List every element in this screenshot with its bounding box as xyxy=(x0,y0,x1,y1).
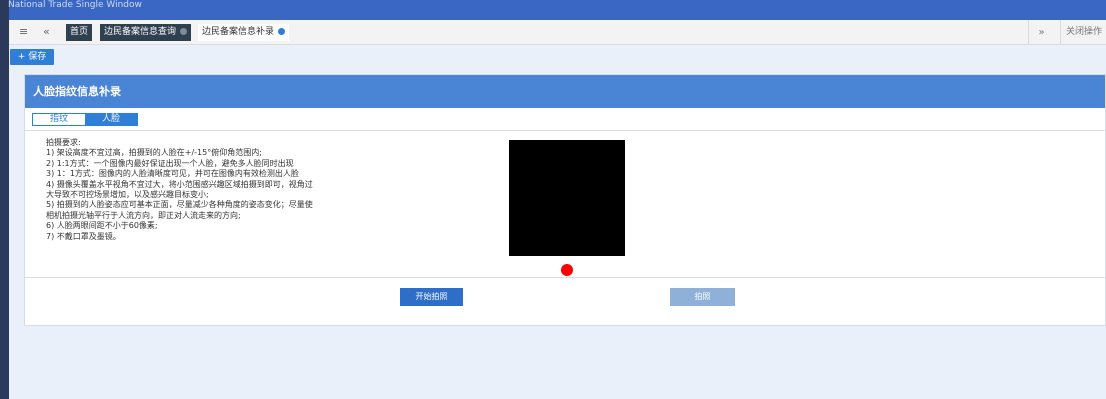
tab-border-resident-query[interactable]: 边民备案信息查询 xyxy=(100,24,192,41)
tab-fingerprint[interactable]: 指纹 xyxy=(33,114,85,125)
requirement-line: 1) 架设高度不宜过高，拍摄到的人脸在+/-15°俯仰角范围内; xyxy=(46,148,262,158)
tab-home[interactable]: 首页 xyxy=(66,24,93,41)
requirement-line: 2) 1:1方式：一个图像内最好保证出现一个人脸，避免多人脸同时出现 xyxy=(46,158,294,168)
requirement-line: 3) 1：1方式：图像内的人脸清晰度可见，并可在图像内有效检测出人脸 xyxy=(46,169,299,179)
divider xyxy=(25,130,1105,131)
close-icon[interactable] xyxy=(180,28,188,35)
start-capture-button[interactable]: 开始拍照 xyxy=(400,288,463,306)
panel-title: 人脸指纹信息补录 xyxy=(33,85,121,98)
divider xyxy=(25,277,1105,278)
double-chevron-right-icon[interactable]: » xyxy=(1028,20,1054,45)
double-chevron-left-icon[interactable]: « xyxy=(43,26,50,38)
requirement-line: 相机拍摄光轴平行于人流方向，即正对人流走来的方向; xyxy=(46,210,241,220)
capture-mode-toggle: 指纹 人脸 xyxy=(32,113,138,126)
camera-preview xyxy=(509,140,625,256)
close-operations-label: 关闭操作 xyxy=(1066,27,1103,37)
recording-indicator-icon xyxy=(561,264,573,276)
requirement-line: 7) 不戴口罩及墨镜。 xyxy=(46,231,121,241)
tab-label: 边民备案信息查询 xyxy=(104,27,177,37)
tab-bar: ≡ « 首页 边民备案信息查询 边民备案信息补录 xyxy=(9,20,1106,45)
capture-requirements: 拍摄要求: 1) 架设高度不宜过高，拍摄到的人脸在+/-15°俯仰角范围内; 2… xyxy=(46,138,366,242)
tab-label: 边民备案信息补录 xyxy=(202,27,275,37)
menu-icon[interactable]: ≡ xyxy=(19,26,28,38)
panel-header: 人脸指纹信息补录 xyxy=(25,75,1105,108)
tab-border-resident-supplement[interactable]: 边民备案信息补录 xyxy=(198,24,290,41)
requirement-line: 大导致不可控场景增加，以及感兴趣目标变小; xyxy=(46,190,209,200)
close-operations-button[interactable]: 关闭操作 xyxy=(1060,20,1106,45)
tab-face[interactable]: 人脸 xyxy=(85,114,137,125)
requirement-line: 4) 摄像头覆盖水平视角不宜过大，将小范围感兴趣区域拍摄到即可，视角过 xyxy=(46,179,313,189)
requirement-line: 拍摄要求: xyxy=(46,138,81,147)
left-sidebar-strip xyxy=(0,0,9,399)
requirement-line: 5) 拍摄到的人脸姿态应可基本正面，尽量减少各种角度的姿态变化；尽量使 xyxy=(46,200,313,210)
requirement-line: 6) 人脸两眼间距不小于60像素; xyxy=(46,221,158,231)
save-button[interactable]: + 保存 xyxy=(10,49,54,65)
main-content: + 保存 人脸指纹信息补录 指纹 人脸 拍摄要求: 1) 架设高度不宜过高，拍摄… xyxy=(9,45,1106,399)
capture-button[interactable]: 拍照 xyxy=(670,288,735,306)
app-title: National Trade Single Window xyxy=(8,0,142,10)
tab-label: 首页 xyxy=(70,27,89,37)
close-icon[interactable] xyxy=(278,28,286,35)
app-header: National Trade Single Window xyxy=(8,0,1106,20)
face-fingerprint-panel: 人脸指纹信息补录 指纹 人脸 拍摄要求: 1) 架设高度不宜过高，拍摄到的人脸在… xyxy=(24,74,1106,326)
